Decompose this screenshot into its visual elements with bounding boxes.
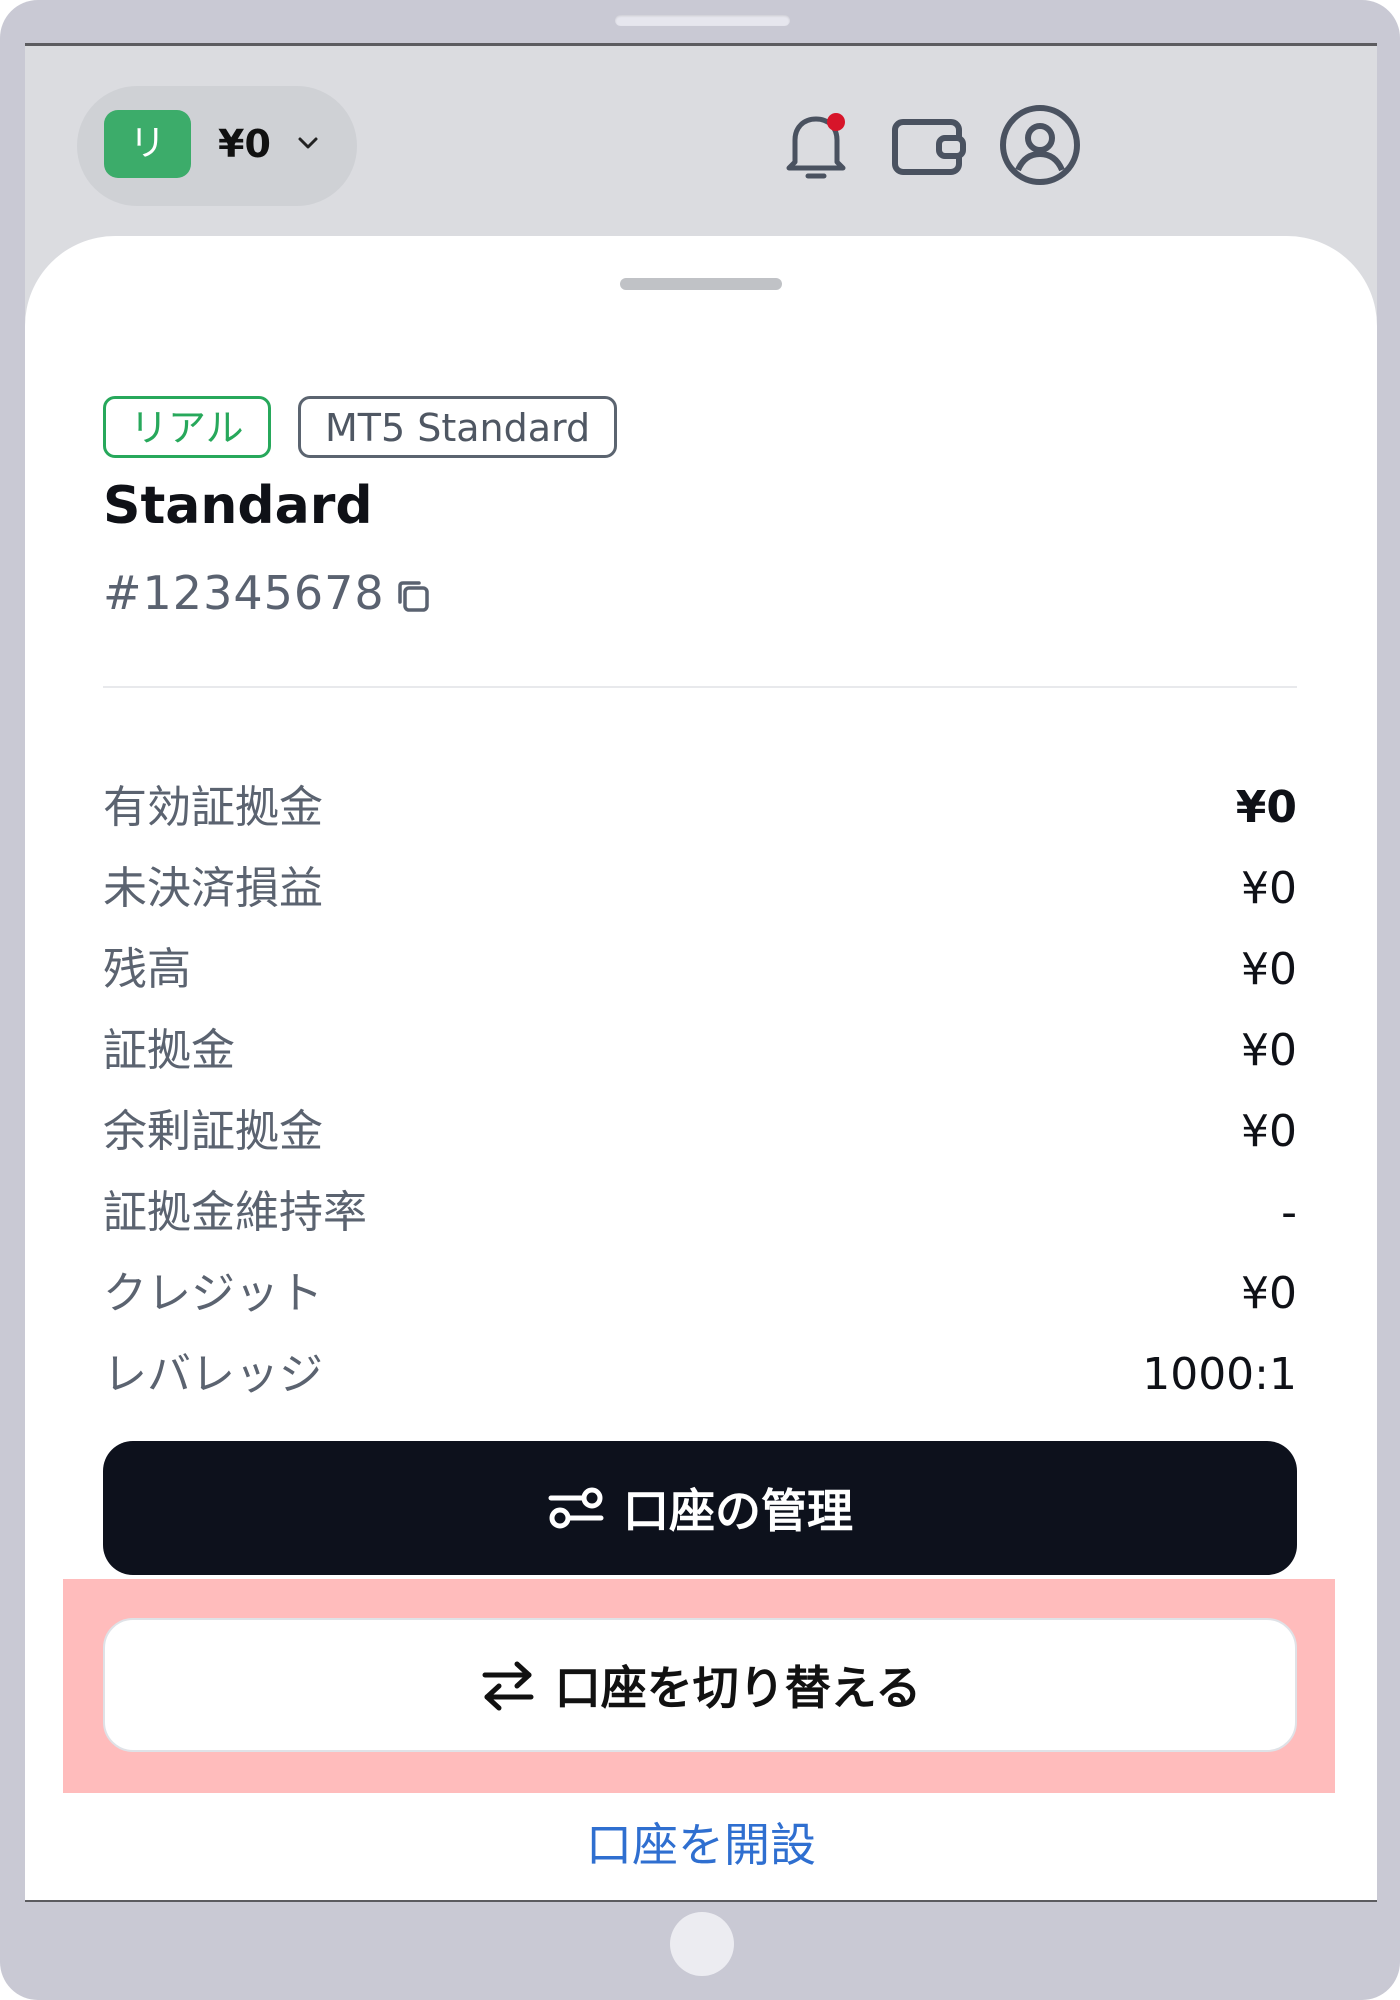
notification-dot — [827, 113, 845, 131]
stat-row-free-margin: 余剰証拠金 ¥0 — [103, 1102, 1297, 1162]
stat-value: ¥0 — [1241, 863, 1297, 914]
stat-row-unrealized-pnl: 未決済損益 ¥0 — [103, 859, 1297, 919]
settings-sliders-icon — [548, 1487, 604, 1529]
open-account-link[interactable]: 口座を開設 — [25, 1809, 1377, 1875]
stat-row-margin: 証拠金 ¥0 — [103, 1021, 1297, 1081]
stat-label: クレジット — [103, 1268, 323, 1319]
section-divider — [103, 686, 1297, 688]
manage-account-label: 口座の管理 — [623, 1484, 853, 1538]
stat-row-equity: 有効証拠金 ¥0 — [103, 778, 1297, 838]
manage-account-button[interactable]: 口座の管理 — [103, 1441, 1297, 1575]
stat-row-credit: クレジット ¥0 — [103, 1264, 1297, 1324]
stat-value: ¥0 — [1241, 1268, 1297, 1319]
stat-label: 余剰証拠金 — [103, 1106, 323, 1157]
account-name: Standard — [103, 476, 373, 536]
switch-account-label: 口座を切り替える — [554, 1661, 922, 1715]
switch-account-button[interactable]: 口座を切り替える — [103, 1618, 1297, 1752]
stat-row-leverage: レバレッジ 1000:1 — [103, 1345, 1297, 1405]
copy-icon[interactable] — [393, 576, 433, 616]
chevron-down-icon[interactable] — [295, 130, 321, 156]
stat-value: 1000:1 — [1142, 1349, 1297, 1400]
app-screen: リ ¥0 リアル MT5 Standard Standard #12345678 — [25, 43, 1377, 1902]
account-number: #12345678 — [103, 566, 385, 620]
device-frame: リ ¥0 リアル MT5 Standard Standard #12345678 — [0, 0, 1400, 2000]
sheet-grab-handle[interactable] — [620, 278, 782, 290]
stat-value: - — [1281, 1187, 1297, 1238]
stat-label: 未決済損益 — [103, 863, 323, 914]
profile-icon[interactable] — [995, 100, 1085, 190]
home-button[interactable] — [670, 1912, 734, 1976]
wallet-icon[interactable] — [883, 100, 973, 190]
account-details-sheet: リアル MT5 Standard Standard #12345678 有効証拠… — [25, 236, 1377, 1900]
stat-value: ¥0 — [1241, 1025, 1297, 1076]
account-type-badge[interactable]: リ — [104, 110, 191, 178]
device-speaker — [615, 15, 790, 26]
stat-label: 証拠金 — [103, 1025, 235, 1076]
header-balance[interactable]: ¥0 — [218, 114, 271, 174]
stat-value: ¥0 — [1241, 944, 1297, 995]
stat-value: ¥0 — [1241, 1106, 1297, 1157]
switch-arrows-icon — [482, 1661, 534, 1711]
bell-icon[interactable] — [771, 100, 861, 190]
stat-label: レバレッジ — [103, 1349, 323, 1400]
stat-row-margin-level: 証拠金維持率 - — [103, 1183, 1297, 1243]
stat-label: 残高 — [103, 944, 191, 995]
stat-row-balance: 残高 ¥0 — [103, 940, 1297, 1000]
account-real-tag: リアル — [103, 396, 271, 458]
stat-label: 有効証拠金 — [103, 782, 323, 833]
stat-label: 証拠金維持率 — [103, 1187, 367, 1238]
stat-value: ¥0 — [1235, 782, 1297, 833]
account-platform-tag: MT5 Standard — [298, 396, 618, 458]
